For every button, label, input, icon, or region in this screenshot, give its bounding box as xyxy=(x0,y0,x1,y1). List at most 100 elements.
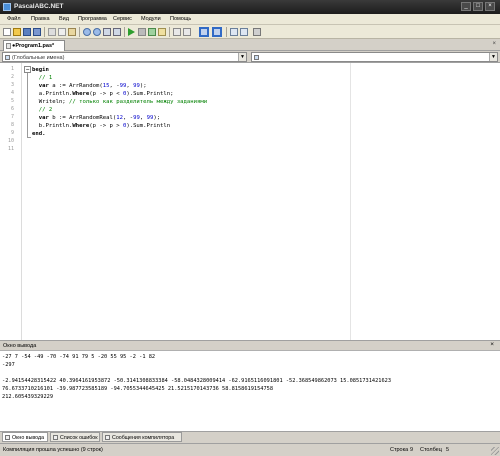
output-line: -27 7 -54 -49 -70 -74 91 79 5 -20 55 95 … xyxy=(2,354,156,360)
view-icon-3[interactable] xyxy=(212,27,222,37)
code-text: (p -> p > xyxy=(89,123,123,129)
close-panel-icon[interactable]: × xyxy=(490,341,494,348)
code-number: 12 xyxy=(116,115,123,121)
chevron-down-icon[interactable]: ▼ xyxy=(238,53,246,61)
code-line[interactable]: end. xyxy=(32,130,45,138)
toolbar-separator xyxy=(79,27,80,37)
output-window[interactable]: -27 7 -54 -49 -70 -74 91 79 5 -20 55 95 … xyxy=(0,351,500,432)
global-names-select[interactable]: (Глобальные имена) ▼ xyxy=(2,52,247,62)
stop-icon[interactable] xyxy=(138,28,146,36)
code-number: 99 xyxy=(133,83,140,89)
code-comment: // 2 xyxy=(32,107,53,113)
copy-icon[interactable] xyxy=(58,28,66,36)
menu-file[interactable]: Файл xyxy=(7,16,21,22)
run-icon[interactable] xyxy=(128,28,135,36)
code-text: (p -> p < xyxy=(89,91,123,97)
row-value: 9 xyxy=(410,447,414,453)
bottom-tab-label: Окно вывода xyxy=(12,434,45,441)
find-icon[interactable] xyxy=(103,28,111,36)
line-number: 9 xyxy=(10,130,14,136)
line-number: 10 xyxy=(7,138,14,144)
cut-icon[interactable] xyxy=(48,28,56,36)
tab-label: ●Program1.pas* xyxy=(12,43,55,49)
code-text: a := ArrRandom( xyxy=(48,83,103,89)
close-tab-icon[interactable]: × xyxy=(492,41,496,47)
code-line[interactable]: a.Println.Where(p -> p < 0).Sum.Println; xyxy=(32,90,174,98)
status-message: Компиляция прошла успешно (9 строк) xyxy=(3,447,103,453)
window-title: PascalABC.NET xyxy=(14,3,64,10)
debug-icon[interactable] xyxy=(158,28,166,36)
redo-icon[interactable] xyxy=(93,28,101,36)
menu-view[interactable]: Вид xyxy=(59,16,69,22)
toolbar-separator xyxy=(226,27,227,37)
code-text: ).Sum.Println; xyxy=(126,91,174,97)
line-number: 8 xyxy=(10,122,14,128)
form-icon[interactable] xyxy=(240,28,248,36)
line-number: 2 xyxy=(10,74,14,80)
code-line[interactable]: Writeln; // только как разделитель между… xyxy=(32,98,207,106)
code-number: 15 xyxy=(102,83,110,89)
column-value: 5 xyxy=(446,447,450,453)
code-line[interactable]: var a := ArrRandom(15, -99, 99); xyxy=(32,82,147,90)
title-bar: PascalABC.NET _ □ × xyxy=(0,0,500,14)
tab-error-list[interactable]: Список ошибок xyxy=(50,432,100,442)
tab-output-window[interactable]: Окно вывода xyxy=(2,432,48,442)
maximize-button[interactable]: □ xyxy=(473,2,483,11)
settings-icon[interactable] xyxy=(253,28,261,36)
bottom-tab-label: Список ошибок xyxy=(60,434,98,441)
step-icon[interactable] xyxy=(173,28,181,36)
code-text: ).Sum.Println xyxy=(126,123,171,129)
minimize-button[interactable]: _ xyxy=(461,2,471,11)
save-icon[interactable] xyxy=(23,28,31,36)
menu-edit[interactable]: Правка xyxy=(31,16,50,22)
menu-modules[interactable]: Модули xyxy=(141,16,161,22)
code-line[interactable]: // 2 xyxy=(32,106,52,114)
member-icon xyxy=(254,55,259,60)
fold-end-marker xyxy=(27,137,31,138)
tab-compiler-messages[interactable]: Сообщения компилятора xyxy=(102,432,182,442)
new-file-icon[interactable] xyxy=(3,28,11,36)
code-number: 99 xyxy=(133,115,140,121)
menu-help[interactable]: Помощь xyxy=(170,16,191,22)
code-text: ); xyxy=(139,83,147,89)
fold-toggle-icon[interactable]: − xyxy=(24,66,31,73)
code-keyword: var xyxy=(38,115,49,121)
code-text: , - xyxy=(109,83,120,89)
toolbar-separator xyxy=(169,27,170,37)
line-number: 6 xyxy=(10,106,14,112)
right-margin-line xyxy=(350,63,351,340)
save-all-icon[interactable] xyxy=(33,28,41,36)
replace-icon[interactable] xyxy=(113,28,121,36)
code-text: , - xyxy=(122,115,134,121)
chevron-down-icon[interactable]: ▼ xyxy=(489,53,497,61)
line-number: 1 xyxy=(10,66,14,72)
menu-program[interactable]: Программа xyxy=(78,16,107,22)
open-icon[interactable] xyxy=(13,28,21,36)
code-text: b.Println. xyxy=(32,123,73,129)
undo-icon[interactable] xyxy=(83,28,91,36)
code-line[interactable]: // 1 xyxy=(32,74,52,82)
code-editor[interactable]: 1 2 3 4 5 6 7 8 9 10 11 − begin // 1 var a := ArrR… xyxy=(0,63,500,341)
close-window-button[interactable]: × xyxy=(485,2,495,11)
error-list-icon xyxy=(53,435,58,440)
code-line[interactable]: begin xyxy=(32,66,49,74)
code-line[interactable]: var b := ArrRandomReal(12, -99, 99); xyxy=(32,114,160,122)
toolbar-separator xyxy=(124,27,125,37)
menu-service[interactable]: Сервис xyxy=(113,16,132,22)
compile-icon[interactable] xyxy=(148,28,156,36)
row-label: Строка xyxy=(390,447,409,453)
paste-icon[interactable] xyxy=(68,28,76,36)
members-select[interactable]: ▼ xyxy=(251,52,498,62)
line-number: 7 xyxy=(10,114,14,120)
code-keyword: var xyxy=(38,83,49,89)
file-icon xyxy=(6,43,11,49)
resize-grip[interactable] xyxy=(491,447,499,455)
view-icon-1[interactable] xyxy=(183,28,191,36)
view-icon-4[interactable] xyxy=(230,28,238,36)
line-number-gutter: 1 2 3 4 5 6 7 8 9 10 11 xyxy=(0,63,22,340)
code-line[interactable]: b.Println.Where(p -> p > 0).Sum.Println xyxy=(32,122,170,130)
tab-program1[interactable]: ●Program1.pas* xyxy=(3,40,65,51)
view-icon-2[interactable] xyxy=(199,27,209,37)
editor-tab-bar: ●Program1.pas* × xyxy=(0,39,500,51)
